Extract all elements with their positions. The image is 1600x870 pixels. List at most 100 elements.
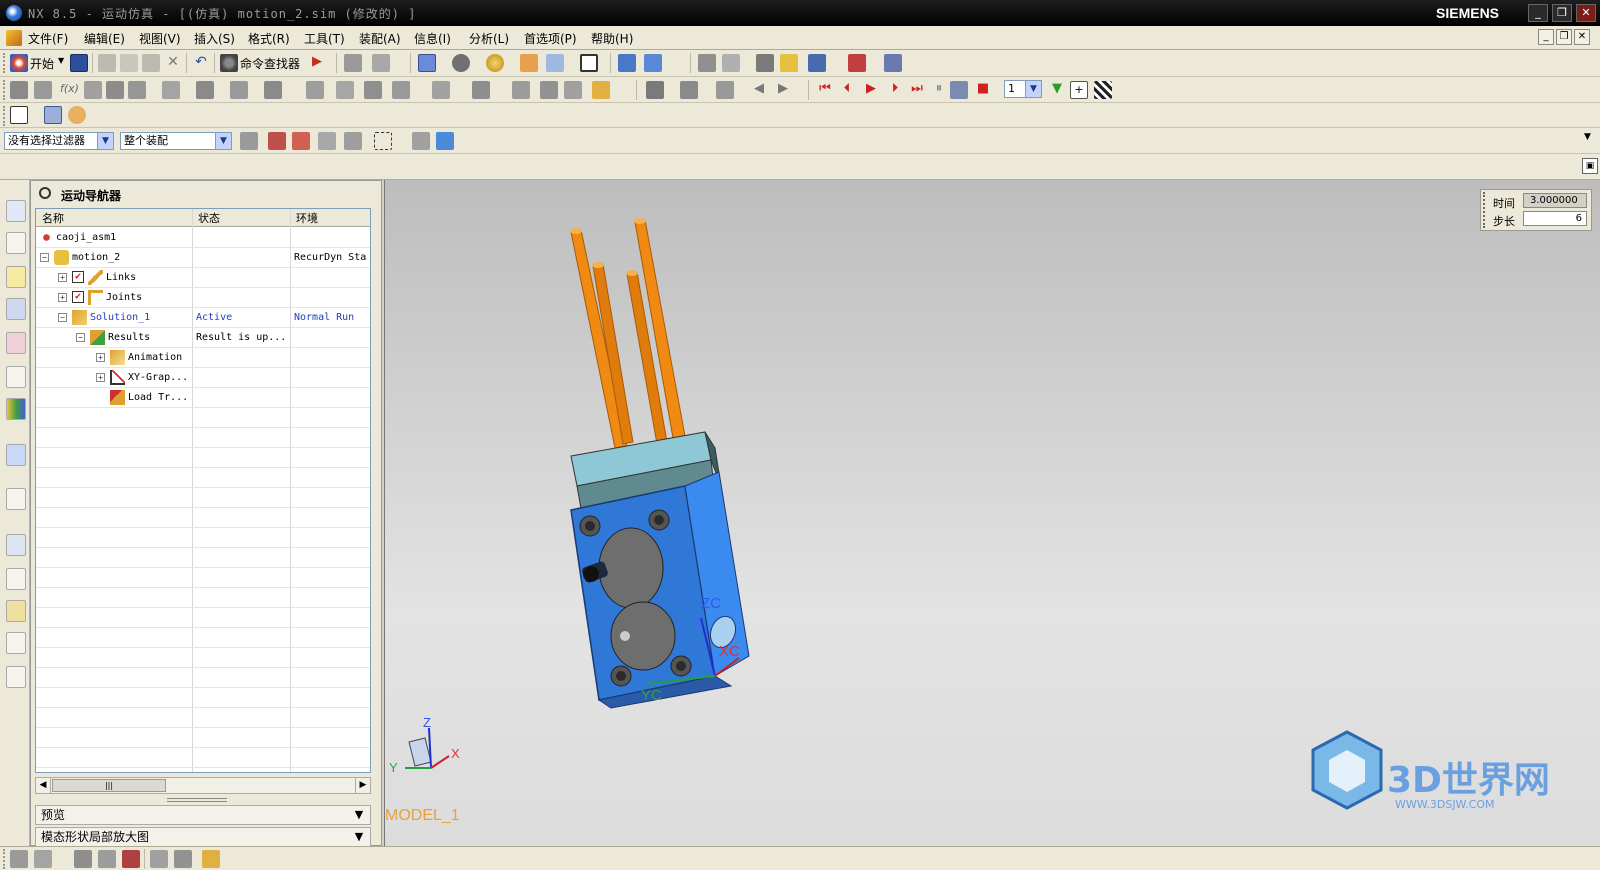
snap-view-icon[interactable]: [10, 850, 28, 868]
function-icon[interactable]: f(x): [60, 82, 79, 95]
command-finder-button[interactable]: 命令查找器: [240, 55, 300, 72]
previous-arrow-icon[interactable]: ◀: [750, 81, 768, 99]
force-icon[interactable]: [392, 81, 410, 99]
layer-icon[interactable]: [372, 54, 390, 72]
assembly-navigator-tab-icon[interactable]: [6, 232, 26, 254]
close-button[interactable]: ✕: [1576, 4, 1596, 22]
contact-icon[interactable]: [306, 81, 324, 99]
menu-view[interactable]: 视图(V): [139, 30, 181, 47]
cut-icon[interactable]: [98, 54, 116, 72]
general-selection-icon[interactable]: [240, 132, 258, 150]
expand-icon[interactable]: +: [58, 273, 67, 282]
rewind-start-icon[interactable]: ⏮: [816, 81, 834, 99]
preview-section-header[interactable]: 预览 ▼: [35, 805, 371, 825]
link-icon[interactable]: [84, 81, 102, 99]
toolbar-grip[interactable]: [3, 80, 7, 100]
start-dropdown-icon[interactable]: ▼: [58, 56, 64, 65]
selection-filter-select[interactable]: 没有选择过滤器 ▼: [4, 132, 114, 150]
part-navigator-tab-icon[interactable]: [6, 266, 26, 288]
tree-row-links[interactable]: + ✔ Links: [36, 268, 370, 288]
expand-icon[interactable]: +: [96, 373, 105, 382]
expand-icon[interactable]: +: [58, 293, 67, 302]
roles-tab-icon[interactable]: [6, 568, 26, 590]
menu-help[interactable]: 帮助(H): [591, 30, 633, 47]
component-icon[interactable]: [412, 132, 430, 150]
step-back-icon[interactable]: ⏴: [838, 81, 856, 99]
play-icon[interactable]: ▶: [862, 81, 880, 99]
column-name-header[interactable]: 名称: [42, 210, 64, 226]
wireframe-icon[interactable]: [580, 54, 598, 72]
face-rule-icon[interactable]: [344, 132, 362, 150]
scroll-left-icon[interactable]: ◀: [36, 778, 51, 793]
horizontal-scrollbar[interactable]: ◀ ||| ▶: [35, 777, 371, 794]
collapse-icon[interactable]: −: [58, 313, 67, 322]
solver-icon[interactable]: [512, 81, 530, 99]
mdi-restore-button[interactable]: ❐: [1556, 29, 1572, 45]
tree-row-results[interactable]: − Results Result is up...: [36, 328, 370, 348]
tree-row-solution-1[interactable]: − Solution_1 Active Normal Run: [36, 308, 370, 328]
stop-icon[interactable]: ■: [974, 81, 992, 99]
show-hide-icon[interactable]: [344, 54, 362, 72]
curve-rule-icon[interactable]: [318, 132, 336, 150]
expand-icon[interactable]: +: [96, 353, 105, 362]
step-forward-icon[interactable]: ⏵: [886, 81, 904, 99]
joint-icon[interactable]: [106, 81, 124, 99]
calculator-icon[interactable]: [698, 54, 716, 72]
chevron-down-icon[interactable]: ▼: [97, 133, 113, 149]
model-view[interactable]: ZC XC YC Z X Y MODEL_1 3D世界网 WWW.3DSJW.C…: [385, 180, 1600, 846]
pause-icon[interactable]: ⏸: [930, 81, 948, 99]
menu-assembly[interactable]: 装配(A): [359, 30, 401, 47]
toolbar-grip[interactable]: [3, 53, 7, 73]
menu-preferences[interactable]: 首选项(P): [524, 30, 577, 47]
wave-icon[interactable]: [202, 850, 220, 868]
find-icon[interactable]: [780, 54, 798, 72]
mate-icon[interactable]: [122, 850, 140, 868]
toolbar-overflow-icon[interactable]: ▼: [1584, 132, 1591, 142]
hd3d-tab-icon[interactable]: [6, 366, 26, 388]
mdi-minimize-button[interactable]: _: [1538, 29, 1554, 45]
time-field[interactable]: 3.000000: [1523, 193, 1587, 208]
connector-icon[interactable]: [128, 81, 146, 99]
background-icon[interactable]: [546, 54, 564, 72]
section-icon[interactable]: [618, 54, 636, 72]
finish-flag-icon[interactable]: [1094, 81, 1112, 99]
assembly-icon[interactable]: [756, 54, 774, 72]
splitter-handle[interactable]: [167, 798, 227, 802]
pin-icon[interactable]: [39, 187, 51, 199]
menu-edit[interactable]: 编辑(E): [84, 30, 125, 47]
menu-info[interactable]: 信息(I): [414, 30, 451, 47]
measure-icon[interactable]: [722, 54, 740, 72]
start-button[interactable]: 开始: [30, 55, 54, 72]
body-icon[interactable]: [436, 132, 454, 150]
manufacturing-wizard-tab-icon[interactable]: [6, 666, 26, 688]
maximize-viewport-icon[interactable]: ▣: [1582, 158, 1598, 174]
shaded-icon[interactable]: [486, 54, 504, 72]
chevron-down-icon[interactable]: ▼: [351, 807, 367, 823]
render-style-icon[interactable]: [452, 54, 470, 72]
collapse-icon[interactable]: −: [40, 253, 49, 262]
tree-row-joints[interactable]: + ✔ Joints: [36, 288, 370, 308]
collapse-icon[interactable]: −: [76, 333, 85, 342]
menu-tools[interactable]: 工具(T): [304, 30, 345, 47]
nx-app-icon[interactable]: [6, 5, 22, 21]
checkbox-checked-icon[interactable]: ✔: [72, 271, 84, 283]
clip-icon[interactable]: [644, 54, 662, 72]
toolbar-grip[interactable]: [3, 106, 7, 126]
solution-icon[interactable]: [540, 81, 558, 99]
checkbox-checked-icon[interactable]: ✔: [72, 291, 84, 303]
graphics-viewport[interactable]: ZC XC YC Z X Y MODEL_1 3D世界网 WWW.3DSJW.C…: [384, 180, 1600, 846]
point-icon[interactable]: [848, 54, 866, 72]
save-icon[interactable]: [70, 54, 88, 72]
toolbar-grip[interactable]: [3, 849, 7, 869]
environment-icon[interactable]: [10, 81, 28, 99]
view-orient-icon[interactable]: [418, 54, 436, 72]
reuse-library-tab-icon[interactable]: [6, 332, 26, 354]
loop-icon[interactable]: [950, 81, 968, 99]
tree-row-motion-2[interactable]: − motion_2 RecurDyn Sta: [36, 248, 370, 268]
palette-tab-icon[interactable]: [6, 398, 26, 420]
start-icon[interactable]: [10, 54, 28, 72]
motion-navigator-tab-icon[interactable]: [6, 200, 26, 222]
arrange-icon[interactable]: [150, 850, 168, 868]
modal-shape-section-header[interactable]: 模态形状局部放大图 ▼: [35, 827, 371, 847]
panel-grip[interactable]: [1483, 192, 1487, 228]
